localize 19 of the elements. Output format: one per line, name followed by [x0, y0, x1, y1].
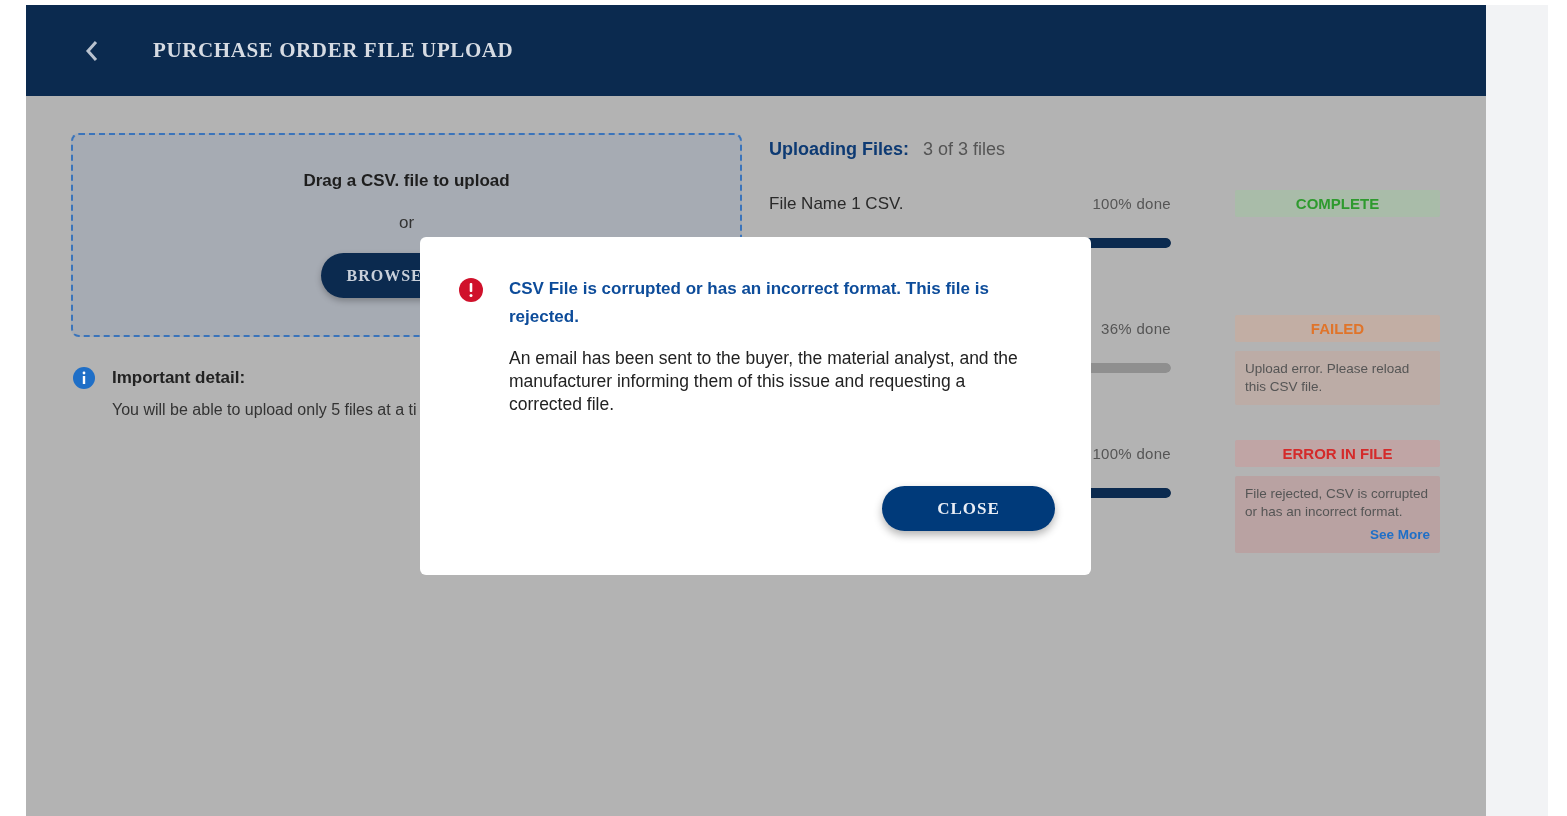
message-text: File rejected, CSV is corrupted or has an incorrect format.: [1245, 486, 1429, 519]
status-badge: FAILED: [1235, 315, 1440, 342]
separator-text: or: [398, 213, 415, 233]
dialog-title: CSV File is corrupted or has an incorrect format. This file is rejected.: [509, 278, 990, 328]
message-text: Upload error. Please reload this CSV file.: [1245, 361, 1410, 394]
progress-text: 100% done: [1092, 445, 1171, 462]
file-count: 3 of 3 files: [923, 138, 1006, 160]
note-title: Important detail:: [112, 368, 246, 388]
progress-text: 100% done: [1092, 195, 1171, 212]
drop-prompt: Drag a CSV. file to upload: [303, 171, 510, 191]
note-text: You will be able to upload only 5 files at a ti: [112, 401, 417, 419]
dialog-message: An email has been sent to the buyer, the material analyst, and the manufacturer informing them of this issue and requesting a corrected file.: [509, 347, 1019, 416]
page-title: PURCHASE ORDER FILE UPLOAD: [153, 38, 514, 63]
progress-text: 36% done: [1101, 320, 1171, 337]
uploading-label: Uploading Files:: [769, 138, 909, 160]
status-badge: COMPLETE: [1235, 190, 1440, 217]
close-button[interactable]: CLOSE: [882, 486, 1055, 531]
file-name: File Name 1 CSV.: [769, 193, 904, 214]
status-badge: ERROR IN FILE: [1235, 440, 1440, 467]
